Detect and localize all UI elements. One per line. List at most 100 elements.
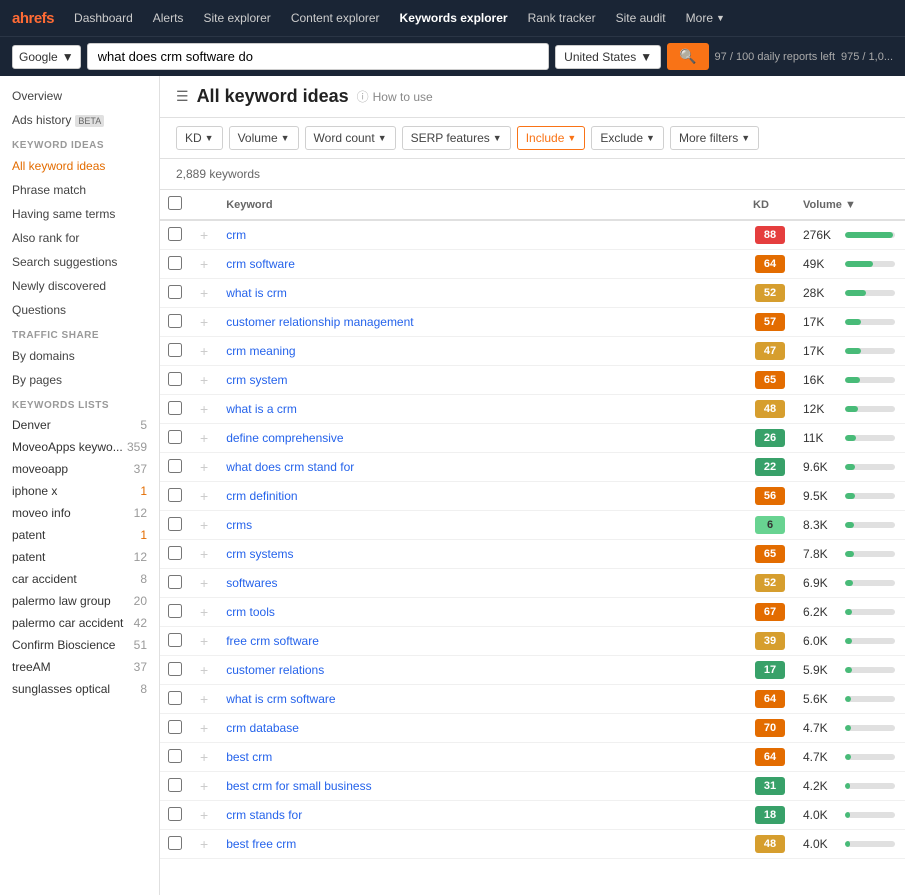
- row-checkbox[interactable]: [168, 517, 182, 531]
- sidebar-having-same-terms[interactable]: Having same terms: [0, 202, 159, 226]
- row-checkbox[interactable]: [168, 401, 182, 415]
- keyword-link[interactable]: customer relations: [226, 663, 324, 677]
- add-keyword-button[interactable]: +: [198, 633, 210, 649]
- row-checkbox[interactable]: [168, 343, 182, 357]
- keyword-link[interactable]: best crm: [226, 750, 272, 764]
- keyword-link[interactable]: what does crm stand for: [226, 460, 354, 474]
- keyword-link[interactable]: define comprehensive: [226, 431, 343, 445]
- row-checkbox[interactable]: [168, 662, 182, 676]
- sidebar-questions[interactable]: Questions: [0, 298, 159, 322]
- filter-kd[interactable]: KD▼: [176, 126, 223, 150]
- nav-content-explorer[interactable]: Content explorer: [283, 0, 388, 36]
- row-checkbox[interactable]: [168, 778, 182, 792]
- add-keyword-button[interactable]: +: [198, 227, 210, 243]
- row-checkbox[interactable]: [168, 459, 182, 473]
- keyword-link[interactable]: softwares: [226, 576, 277, 590]
- keyword-link[interactable]: crm: [226, 228, 246, 242]
- keyword-link[interactable]: crm tools: [226, 605, 275, 619]
- keyword-link[interactable]: what is a crm: [226, 402, 297, 416]
- search-input[interactable]: [87, 43, 550, 70]
- filter-word-count[interactable]: Word count▼: [305, 126, 396, 150]
- row-checkbox[interactable]: [168, 372, 182, 386]
- add-keyword-button[interactable]: +: [198, 575, 210, 591]
- keyword-link[interactable]: best crm for small business: [226, 779, 371, 793]
- filter-exclude[interactable]: Exclude▼: [591, 126, 664, 150]
- add-keyword-button[interactable]: +: [198, 749, 210, 765]
- engine-select[interactable]: Google ▼: [12, 45, 81, 69]
- row-checkbox[interactable]: [168, 604, 182, 618]
- list-item-patent-1[interactable]: patent 1: [0, 524, 159, 546]
- add-keyword-button[interactable]: +: [198, 459, 210, 475]
- add-keyword-button[interactable]: +: [198, 604, 210, 620]
- list-item-palermo-law[interactable]: palermo law group 20: [0, 590, 159, 612]
- list-item-moveoapps[interactable]: MoveoApps keywo... 359: [0, 436, 159, 458]
- keyword-link[interactable]: best free crm: [226, 837, 296, 851]
- keyword-link[interactable]: crm system: [226, 373, 287, 387]
- add-keyword-button[interactable]: +: [198, 546, 210, 562]
- keyword-link[interactable]: crm software: [226, 257, 295, 271]
- row-checkbox[interactable]: [168, 633, 182, 647]
- add-keyword-button[interactable]: +: [198, 401, 210, 417]
- row-checkbox[interactable]: [168, 575, 182, 589]
- add-keyword-button[interactable]: +: [198, 430, 210, 446]
- keyword-link[interactable]: customer relationship management: [226, 315, 413, 329]
- sidebar-by-domains[interactable]: By domains: [0, 344, 159, 368]
- sidebar-all-keyword-ideas[interactable]: All keyword ideas: [0, 154, 159, 178]
- th-kd[interactable]: KD: [745, 190, 795, 220]
- select-all-checkbox[interactable]: [168, 196, 182, 210]
- list-item-sunglasses[interactable]: sunglasses optical 8: [0, 678, 159, 700]
- th-keyword[interactable]: Keyword: [218, 190, 745, 220]
- list-item-moveoapp[interactable]: moveoapp 37: [0, 458, 159, 480]
- list-item-confirm-bioscience[interactable]: Confirm Bioscience 51: [0, 634, 159, 656]
- sidebar-by-pages[interactable]: By pages: [0, 368, 159, 392]
- sidebar-phrase-match[interactable]: Phrase match: [0, 178, 159, 202]
- nav-alerts[interactable]: Alerts: [145, 0, 192, 36]
- row-checkbox[interactable]: [168, 546, 182, 560]
- add-keyword-button[interactable]: +: [198, 372, 210, 388]
- list-item-treeam[interactable]: treeAM 37: [0, 656, 159, 678]
- row-checkbox[interactable]: [168, 488, 182, 502]
- nav-keywords-explorer[interactable]: Keywords explorer: [392, 0, 516, 36]
- keyword-link[interactable]: crm systems: [226, 547, 293, 561]
- keyword-link[interactable]: crm meaning: [226, 344, 295, 358]
- how-to-use[interactable]: ⓘ How to use: [357, 88, 433, 105]
- nav-site-explorer[interactable]: Site explorer: [195, 0, 278, 36]
- sidebar-overview[interactable]: Overview: [0, 84, 159, 108]
- row-checkbox[interactable]: [168, 430, 182, 444]
- hamburger-icon[interactable]: ☰: [176, 88, 189, 105]
- add-keyword-button[interactable]: +: [198, 662, 210, 678]
- list-item-car-accident[interactable]: car accident 8: [0, 568, 159, 590]
- row-checkbox[interactable]: [168, 749, 182, 763]
- list-item-iphone-x[interactable]: iphone x 1: [0, 480, 159, 502]
- sidebar-newly-discovered[interactable]: Newly discovered: [0, 274, 159, 298]
- list-item-palermo-car[interactable]: palermo car accident 42: [0, 612, 159, 634]
- filter-serp-features[interactable]: SERP features▼: [402, 126, 511, 150]
- keyword-link[interactable]: what is crm software: [226, 692, 335, 706]
- row-checkbox[interactable]: [168, 836, 182, 850]
- nav-rank-tracker[interactable]: Rank tracker: [520, 0, 604, 36]
- filter-include[interactable]: Include▼: [517, 126, 586, 150]
- row-checkbox[interactable]: [168, 691, 182, 705]
- add-keyword-button[interactable]: +: [198, 285, 210, 301]
- add-keyword-button[interactable]: +: [198, 314, 210, 330]
- row-checkbox[interactable]: [168, 807, 182, 821]
- filter-volume[interactable]: Volume▼: [229, 126, 299, 150]
- row-checkbox[interactable]: [168, 314, 182, 328]
- add-keyword-button[interactable]: +: [198, 807, 210, 823]
- th-volume[interactable]: Volume ▼: [795, 190, 905, 220]
- add-keyword-button[interactable]: +: [198, 256, 210, 272]
- keyword-link[interactable]: what is crm: [226, 286, 287, 300]
- nav-site-audit[interactable]: Site audit: [608, 0, 674, 36]
- keyword-link[interactable]: free crm software: [226, 634, 319, 648]
- filter-more[interactable]: More filters▼: [670, 126, 759, 150]
- keyword-link[interactable]: crm definition: [226, 489, 297, 503]
- sidebar-ads-history[interactable]: Ads historyBETA: [0, 108, 159, 132]
- add-keyword-button[interactable]: +: [198, 836, 210, 852]
- sidebar-also-rank-for[interactable]: Also rank for: [0, 226, 159, 250]
- row-checkbox[interactable]: [168, 256, 182, 270]
- nav-dashboard[interactable]: Dashboard: [66, 0, 141, 36]
- add-keyword-button[interactable]: +: [198, 778, 210, 794]
- row-checkbox[interactable]: [168, 285, 182, 299]
- add-keyword-button[interactable]: +: [198, 517, 210, 533]
- search-button[interactable]: 🔍: [667, 43, 708, 70]
